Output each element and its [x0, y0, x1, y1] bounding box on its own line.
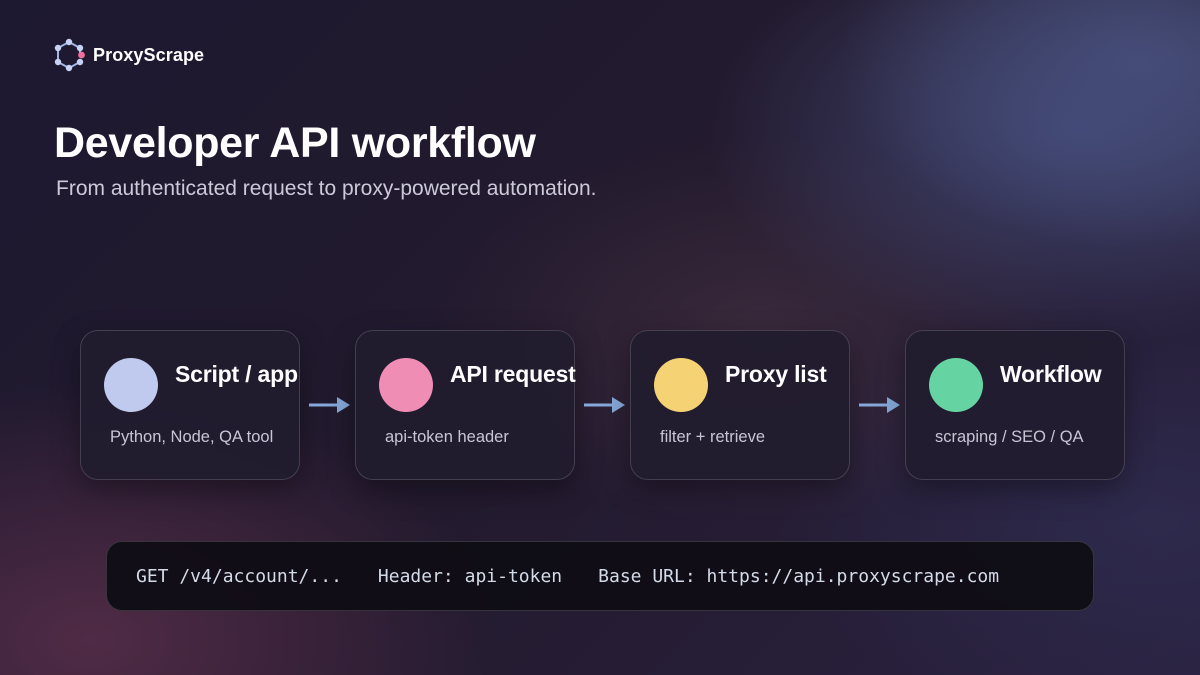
- arrow-right-icon: [584, 397, 625, 413]
- step-title: Proxy list: [725, 361, 827, 387]
- step-dot: [379, 358, 433, 412]
- step-dot: [929, 358, 983, 412]
- brand-name: ProxyScrape: [93, 44, 205, 65]
- brand: ProxyScrape: [52, 38, 204, 72]
- step-description: Python, Node, QA tool: [110, 428, 274, 446]
- network-nodes-icon: [54, 38, 85, 72]
- step-title: Script / app: [175, 361, 298, 387]
- step-card-proxy-list: Proxy list filter + retrieve: [630, 330, 850, 480]
- step-card-script-app: Script / app Python, Node, QA tool: [80, 330, 300, 480]
- api-code-bar: GET /v4/account/... Header: api-token Base…: [106, 541, 1094, 611]
- step-card-api-request: API request api-token header: [355, 330, 576, 480]
- step-title: API request: [450, 361, 576, 387]
- step-title: Workflow: [1000, 361, 1102, 387]
- workflow-diagram: Script / app Python, Node, QA tool API r…: [80, 330, 1126, 480]
- code-endpoint: GET /v4/account/...: [136, 565, 342, 587]
- step-dot: [654, 358, 708, 412]
- page-subtitle: From authenticated request to proxy-powe…: [56, 177, 597, 200]
- step-description: api-token header: [385, 428, 509, 446]
- step-description: filter + retrieve: [660, 428, 765, 446]
- code-header: Header: api-token: [377, 565, 563, 587]
- code-base-url: Base URL: https://api.proxyscrape.com: [598, 565, 1000, 587]
- step-card-workflow: Workflow scraping / SEO / QA: [905, 330, 1125, 480]
- step-dot: [104, 358, 158, 412]
- page-title: Developer API workflow: [54, 119, 536, 167]
- step-description: scraping / SEO / QA: [935, 428, 1084, 446]
- arrow-right-icon: [309, 397, 350, 413]
- arrow-right-icon: [859, 397, 900, 413]
